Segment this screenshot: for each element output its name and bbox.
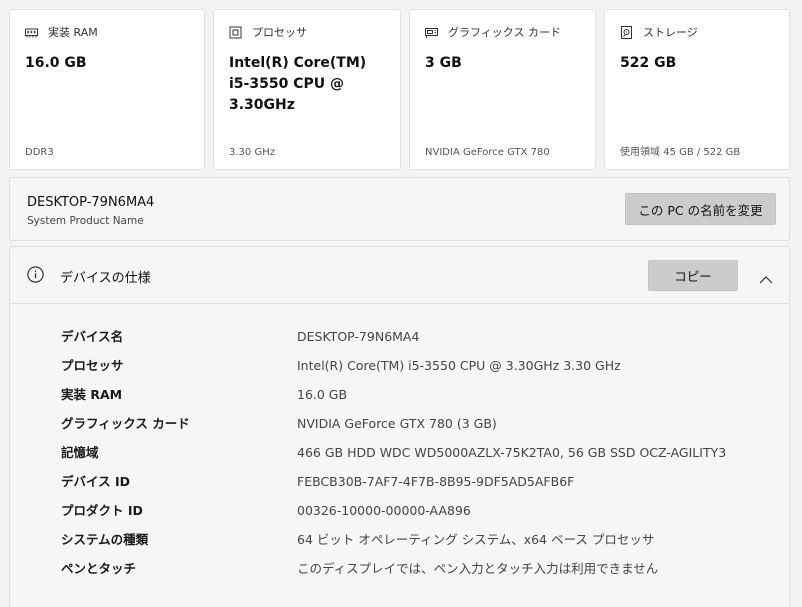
graphics-card-icon xyxy=(425,26,438,39)
spec-value: DESKTOP-79N6MA4 xyxy=(297,329,420,344)
spec-value: 64 ビット オペレーティング システム、x64 ベース プロセッサ xyxy=(297,532,655,547)
spec-row-graphics: グラフィックス カード NVIDIA GeForce GTX 780 (3 GB… xyxy=(10,415,789,444)
storage-card-subtext: 使用領域 45 GB / 522 GB xyxy=(620,147,741,158)
copy-button[interactable]: コピー xyxy=(648,260,738,291)
spec-list: デバイス名 DESKTOP-79N6MA4 プロセッサ Intel(R) Cor… xyxy=(10,328,789,589)
spec-label: プロダクト ID xyxy=(61,503,143,518)
graphics-card-header: グラフィックス カード xyxy=(425,24,580,40)
storage-card-header: ストレージ xyxy=(620,24,774,40)
spec-row-ram: 実装 RAM 16.0 GB xyxy=(10,386,789,415)
storage-icon xyxy=(620,25,633,39)
spec-value: 00326-10000-00000-AA896 xyxy=(297,503,471,518)
spec-value: FEBCB30B-7AF7-4F7B-8B95-9DF5AD5AFB6F xyxy=(297,474,575,489)
storage-card-title: ストレージ xyxy=(643,26,698,39)
graphics-card: グラフィックス カード 3 GB NVIDIA GeForce GTX 780 xyxy=(409,9,596,170)
spec-row-processor: プロセッサ Intel(R) Core(TM) i5-3550 CPU @ 3.… xyxy=(10,357,789,386)
ram-card: 実装 RAM 16.0 GB DDR3 xyxy=(9,9,205,170)
chevron-up-icon[interactable] xyxy=(759,269,773,284)
spec-row-system-type: システムの種類 64 ビット オペレーティング システム、x64 ベース プロセ… xyxy=(10,531,789,560)
storage-card-value: 522 GB xyxy=(620,55,677,71)
processor-card: プロセッサ Intel(R) Core(TM) i5-3550 CPU @ 3.… xyxy=(213,9,401,170)
graphics-card-subtext: NVIDIA GeForce GTX 780 xyxy=(425,147,550,158)
spec-value: 16.0 GB xyxy=(297,387,348,402)
storage-card: ストレージ 522 GB 使用領域 45 GB / 522 GB xyxy=(604,9,790,170)
processor-card-subtext: 3.30 GHz xyxy=(229,147,275,158)
device-specs-panel: デバイスの仕様 コピー デバイス名 DESKTOP-79N6MA4 プロセッサ … xyxy=(9,246,790,607)
ram-card-subtext: DDR3 xyxy=(25,147,54,158)
spec-label: デバイス名 xyxy=(61,329,124,344)
processor-icon xyxy=(229,26,242,39)
spec-label: ペンとタッチ xyxy=(61,561,137,576)
graphics-card-title: グラフィックス カード xyxy=(448,26,561,39)
device-specs-header[interactable]: デバイスの仕様 コピー xyxy=(10,247,789,304)
processor-card-value: Intel(R) Core(TM) i5-3550 CPU @ 3.30GHz xyxy=(229,55,367,113)
spec-label: 記憶域 xyxy=(61,445,99,460)
spec-value: NVIDIA GeForce GTX 780 (3 GB) xyxy=(297,416,497,431)
device-name: DESKTOP-79N6MA4 xyxy=(27,195,155,210)
spec-row-pen-touch: ペンとタッチ このディスプレイでは、ペン入力とタッチ入力は利用できません xyxy=(10,560,789,589)
spec-row-product-id: プロダクト ID 00326-10000-00000-AA896 xyxy=(10,502,789,531)
ram-card-header: 実装 RAM xyxy=(25,24,189,40)
graphics-card-value: 3 GB xyxy=(425,55,462,71)
spec-row-device-name: デバイス名 DESKTOP-79N6MA4 xyxy=(10,328,789,357)
device-name-panel: DESKTOP-79N6MA4 System Product Name この P… xyxy=(9,177,790,241)
spec-value: このディスプレイでは、ペン入力とタッチ入力は利用できません xyxy=(297,561,659,576)
ram-card-title: 実装 RAM xyxy=(48,26,98,39)
processor-card-title: プロセッサ xyxy=(252,26,307,39)
spec-value: Intel(R) Core(TM) i5-3550 CPU @ 3.30GHz … xyxy=(297,358,621,373)
spec-row-storage: 記憶域 466 GB HDD WDC WD5000AZLX-75K2TA0, 5… xyxy=(10,444,789,473)
rename-pc-button[interactable]: この PC の名前を変更 xyxy=(625,193,776,225)
spec-label: システムの種類 xyxy=(61,532,149,547)
product-name: System Product Name xyxy=(27,215,144,227)
spec-label: グラフィックス カード xyxy=(61,416,190,431)
ram-card-value: 16.0 GB xyxy=(25,55,87,71)
spec-label: プロセッサ xyxy=(61,358,124,373)
processor-card-header: プロセッサ xyxy=(229,24,385,40)
spec-value: 466 GB HDD WDC WD5000AZLX-75K2TA0, 56 GB… xyxy=(297,445,727,460)
device-specs-title: デバイスの仕様 xyxy=(60,271,151,286)
info-icon xyxy=(27,266,44,283)
spec-label: デバイス ID xyxy=(61,474,131,489)
spec-label: 実装 RAM xyxy=(61,387,123,402)
spec-row-device-id: デバイス ID FEBCB30B-7AF7-4F7B-8B95-9DF5AD5A… xyxy=(10,473,789,502)
memory-icon xyxy=(25,26,38,39)
